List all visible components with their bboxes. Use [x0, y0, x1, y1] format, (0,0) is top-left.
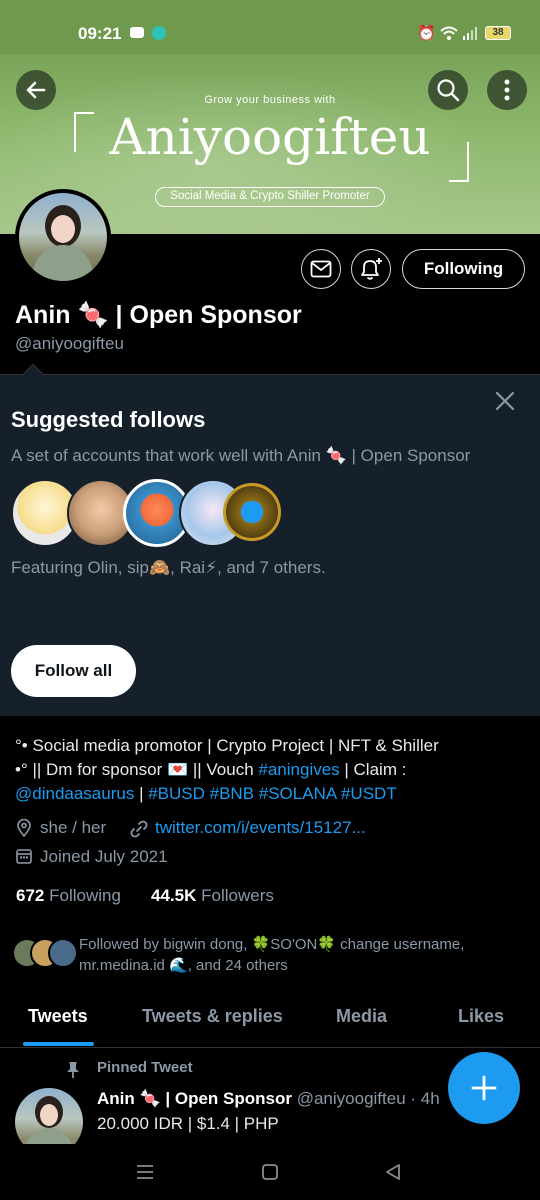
bio-hashtags[interactable]: #BUSD #BNB #SOLANA #USDT [148, 784, 396, 803]
mention-dindaasaurus[interactable]: @dindaasaurus [15, 784, 134, 803]
mail-icon [310, 260, 332, 278]
profile-joined-date: Joined July 2021 [40, 847, 168, 866]
banner-title: Aniyoogifteu [109, 108, 431, 166]
profile-name: Anin 🍬 | Open Sponsor [15, 301, 302, 329]
back-button[interactable] [16, 70, 56, 110]
tab-tweets-replies[interactable]: Tweets & replies [142, 1006, 283, 1027]
follow-all-button[interactable]: Follow all [11, 645, 136, 697]
location-icon [17, 819, 31, 837]
followed-by-avatars[interactable] [12, 938, 78, 970]
tweet-header: Anin 🍬 | Open Sponsor @aniyoogifteu · 4h [97, 1089, 440, 1109]
hashtag-aningives[interactable]: #aningives [258, 760, 339, 779]
search-icon [437, 79, 460, 102]
bio-line-1: °• Social media promotor | Crypto Projec… [15, 736, 439, 755]
profile-bio: °• Social media promotor | Crypto Projec… [15, 734, 439, 806]
tabs-divider [0, 1047, 540, 1048]
suggested-avatars[interactable] [11, 477, 281, 547]
bell-plus-icon [361, 258, 382, 280]
followers-count-link[interactable]: 44.5K Followers [151, 886, 274, 906]
profile-website-link[interactable]: twitter.com/i/events/15127... [155, 818, 366, 838]
calendar-icon [16, 849, 32, 864]
wifi-icon [440, 26, 458, 40]
notifications-button[interactable] [351, 249, 391, 289]
tweet-text: 20.000 IDR | $1.4 | PHP [97, 1114, 279, 1133]
home-icon[interactable] [261, 1163, 279, 1181]
more-options-button[interactable] [487, 70, 527, 110]
alarm-icon: ⏰ [417, 25, 436, 42]
pin-icon [67, 1062, 79, 1078]
tweet-author-name[interactable]: Anin 🍬 | Open Sponsor [97, 1089, 292, 1108]
pinned-tweet-label: Pinned Tweet [97, 1059, 193, 1076]
avatar-user-5[interactable] [223, 483, 281, 541]
tab-likes[interactable]: Likes [458, 1006, 504, 1027]
compose-tweet-button[interactable] [448, 1052, 520, 1124]
recent-apps-icon[interactable] [136, 1164, 154, 1180]
profile-avatar[interactable] [15, 189, 111, 285]
following-count-link[interactable]: 672 Following [16, 886, 121, 906]
suggested-featuring: Featuring Olin, sip🙈, Rai⚡, and 7 others… [11, 558, 326, 577]
profile-handle: @aniyoogifteu [15, 334, 124, 353]
app-notification-icon [152, 26, 166, 40]
battery-icon: 38 [485, 26, 511, 40]
signal-icon [463, 27, 477, 40]
back-nav-icon[interactable] [385, 1163, 401, 1181]
followed-by-text[interactable]: Followed by bigwin dong, 🍀SO'ON🍀 change … [79, 934, 499, 976]
active-tab-indicator [23, 1042, 94, 1046]
suggested-follows-card: Suggested follows A set of accounts that… [0, 363, 540, 716]
bio-line-2: •° || Dm for sponsor 💌 || Vouch #aningiv… [15, 760, 407, 779]
profile-pronouns: she / her [40, 818, 107, 837]
banner-subtitle: Social Media & Crypto Shiller Promoter [155, 187, 385, 207]
back-arrow-icon [26, 81, 46, 99]
tweet-time: · 4h [410, 1089, 440, 1108]
suggested-title: Suggested follows [11, 407, 206, 432]
message-button[interactable] [301, 249, 341, 289]
tab-media[interactable]: Media [336, 1006, 387, 1027]
close-icon[interactable] [495, 391, 515, 411]
bio-line-3: @dindaasaurus | #BUSD #BNB #SOLANA #USDT [15, 784, 397, 803]
tab-tweets[interactable]: Tweets [28, 1006, 88, 1027]
link-icon [130, 820, 148, 838]
plus-icon [471, 1075, 497, 1101]
following-button[interactable]: Following [402, 249, 525, 289]
status-bar: 09:21 ⏰ 38 [0, 0, 540, 54]
system-nav-bar [0, 1144, 540, 1200]
search-button[interactable] [428, 70, 468, 110]
status-time: 09:21 [78, 24, 122, 43]
message-notification-icon [130, 27, 144, 38]
more-vertical-icon [504, 79, 510, 101]
tweet-author-handle[interactable]: @aniyoogifteu [297, 1089, 406, 1108]
suggested-description: A set of accounts that work well with An… [11, 446, 471, 465]
